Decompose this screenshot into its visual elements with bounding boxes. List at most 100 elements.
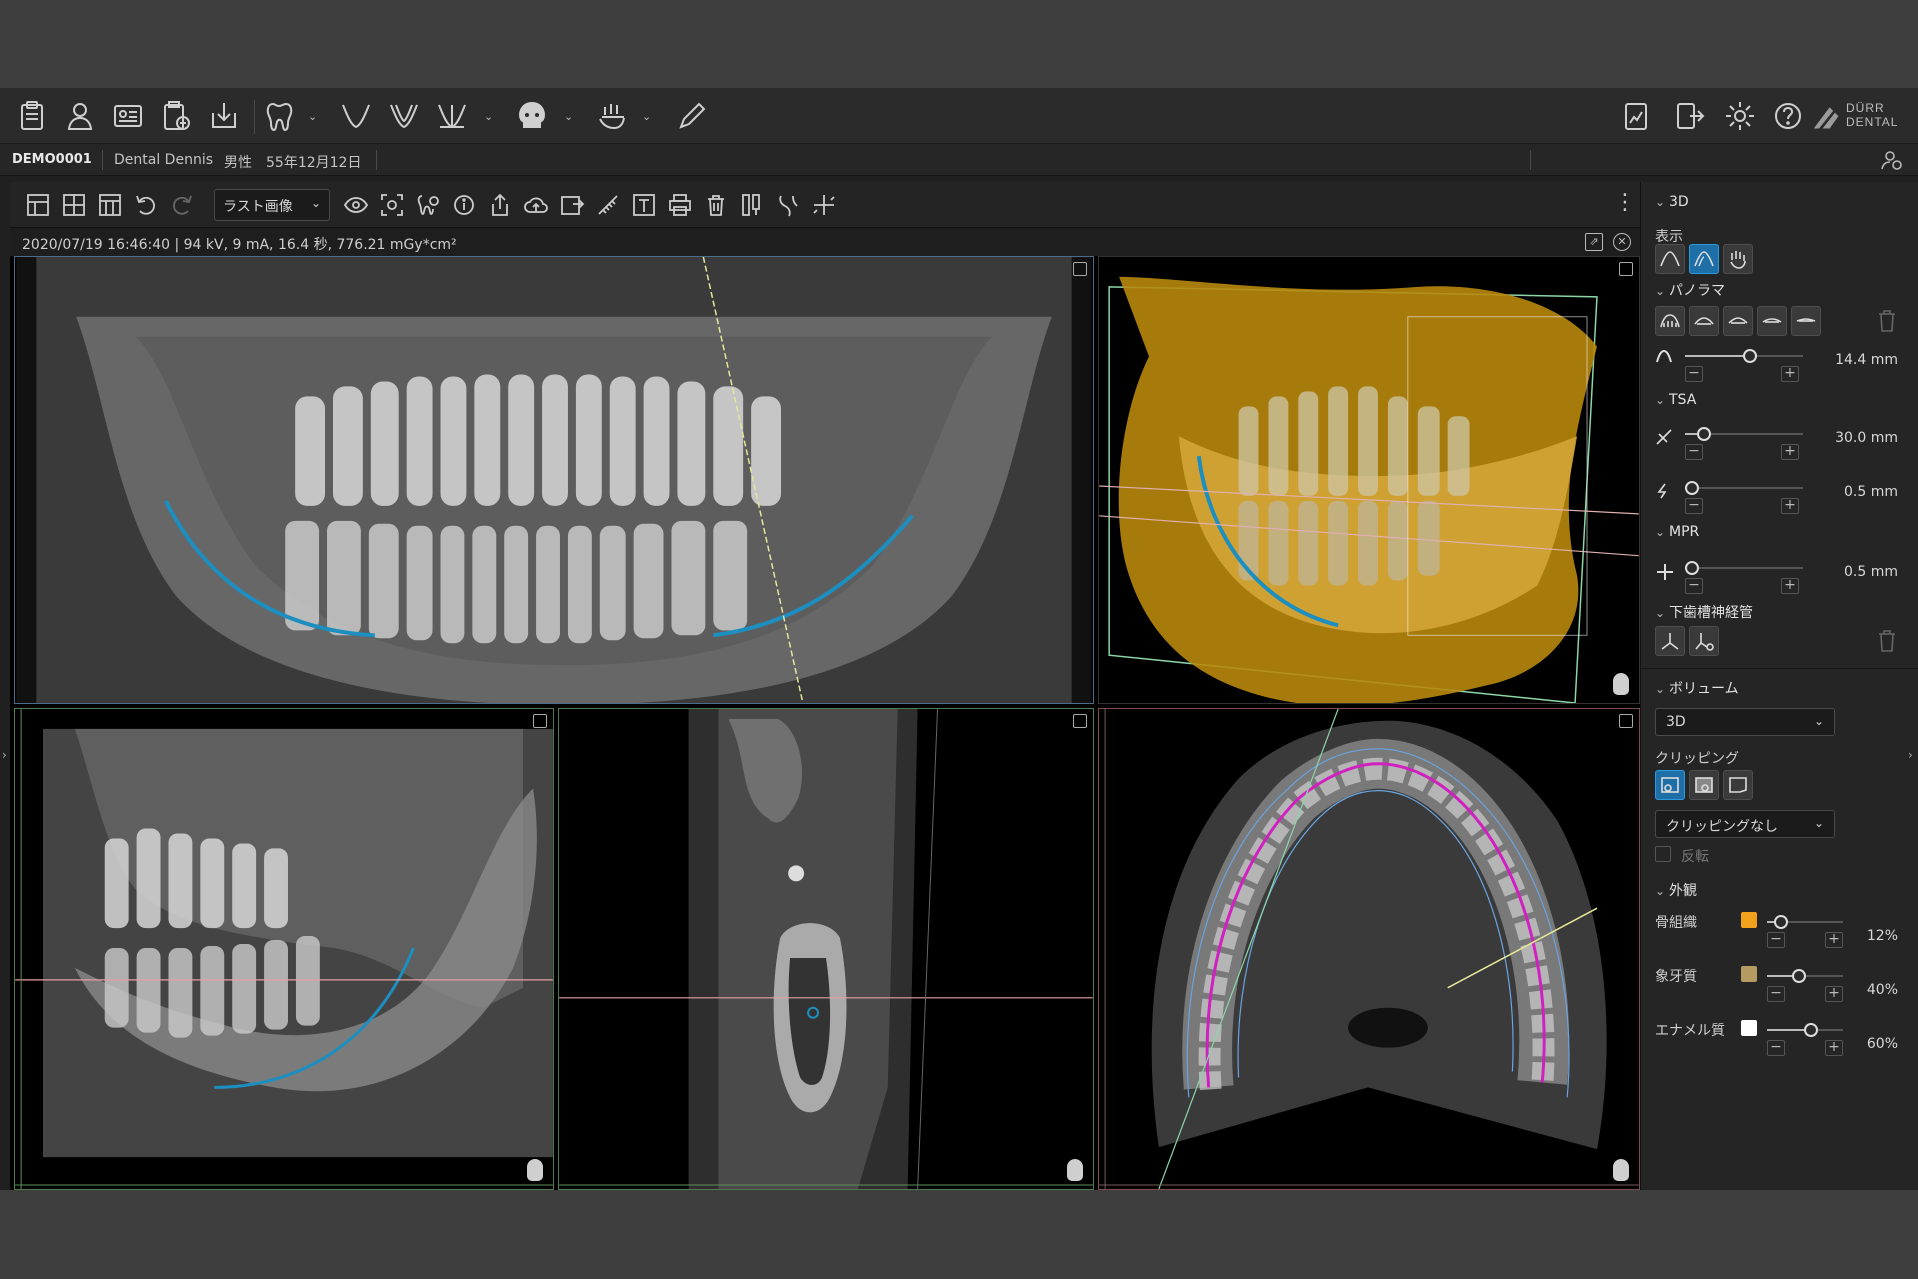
delete-arch-icon[interactable] [1876, 308, 1898, 334]
section-nerve-header[interactable]: ⌄ 下歯槽神経管 [1655, 602, 1753, 622]
increase-button[interactable]: + [1825, 1040, 1843, 1056]
section-3d-header[interactable]: ⌄ 3D [1655, 194, 1689, 210]
invert-checkbox[interactable] [1655, 846, 1671, 862]
skull-icon[interactable] [512, 96, 552, 136]
skull-menu-chevron-down-icon[interactable]: ⌄ [564, 110, 576, 123]
clipping-select[interactable]: クリッピングなし ⌄ [1655, 810, 1835, 838]
measure-icon[interactable] [736, 189, 768, 221]
arch-preset-3-icon[interactable] [1723, 306, 1753, 336]
ruler-icon[interactable] [592, 189, 624, 221]
increase-button[interactable]: + [1825, 932, 1843, 948]
increase-button[interactable]: + [1781, 578, 1799, 594]
share-icon[interactable] [484, 189, 516, 221]
decrease-button[interactable]: − [1767, 1040, 1785, 1056]
ortho-menu-chevron-down-icon[interactable]: ⌄ [642, 110, 654, 123]
tooth-menu-chevron-down-icon[interactable]: ⌄ [308, 110, 320, 123]
nerve-draw-icon[interactable] [1655, 626, 1685, 656]
gear-icon[interactable] [1720, 96, 1760, 136]
print-icon[interactable] [664, 189, 696, 221]
rotate-right-icon[interactable] [166, 189, 198, 221]
text-icon[interactable] [628, 189, 660, 221]
section-mpr-header[interactable]: ⌄ MPR [1655, 524, 1699, 540]
expand-icon[interactable] [1619, 262, 1633, 276]
cross-section-viewport[interactable] [558, 708, 1094, 1190]
implant-menu-chevron-down-icon[interactable]: ⌄ [484, 110, 496, 123]
dentin-opacity-slider[interactable]: − + [1767, 966, 1843, 1002]
image-select[interactable]: ラスト画像 ⌄ [214, 189, 330, 221]
section-appearance-header[interactable]: ⌄ 外観 [1655, 880, 1697, 900]
panorama-viewport[interactable] [14, 256, 1094, 704]
report-icon[interactable] [1616, 96, 1656, 136]
decrease-button[interactable]: − [1685, 444, 1703, 460]
clipping-box-icon[interactable] [1723, 770, 1753, 800]
display-hand-icon[interactable] [1723, 244, 1753, 274]
nerve-edit-icon[interactable] [1689, 626, 1719, 656]
display-curve-icon[interactable] [1655, 244, 1685, 274]
increase-button[interactable]: + [1781, 366, 1799, 382]
fit-icon[interactable] [376, 189, 408, 221]
add-exam-icon[interactable] [156, 96, 196, 136]
collapse-left-chevron-icon[interactable]: › [2, 748, 7, 762]
delete-nerve-icon[interactable] [1876, 628, 1898, 654]
enamel-color-swatch[interactable] [1741, 1020, 1757, 1036]
dentin-color-swatch[interactable] [1741, 966, 1757, 982]
panorama-thickness-slider[interactable]: − + [1685, 346, 1803, 382]
decrease-button[interactable]: − [1685, 578, 1703, 594]
collapse-right-chevron-icon[interactable]: › [1908, 748, 1913, 762]
import-icon[interactable] [204, 96, 244, 136]
more-options-icon[interactable]: ⋮ [1614, 188, 1636, 222]
tsa-thickness-slider[interactable]: − + [1685, 478, 1803, 514]
bone-color-swatch[interactable] [1741, 912, 1757, 928]
volume-3d-viewport[interactable] [1098, 256, 1640, 704]
enamel-opacity-slider[interactable]: − + [1767, 1020, 1843, 1056]
layout3-icon[interactable] [94, 189, 126, 221]
help-icon[interactable] [1768, 96, 1808, 136]
layout1-icon[interactable] [22, 189, 54, 221]
expand-icon[interactable] [1073, 262, 1087, 276]
section-tsa-header[interactable]: ⌄ TSA [1655, 392, 1696, 408]
id-card-icon[interactable] [108, 96, 148, 136]
pen-icon[interactable] [672, 96, 712, 136]
display-nerve-icon[interactable] [1689, 244, 1719, 274]
expand-icon[interactable] [1619, 714, 1633, 728]
decrease-button[interactable]: − [1685, 498, 1703, 514]
export-icon[interactable] [1670, 96, 1710, 136]
implant-v-icon[interactable] [336, 96, 376, 136]
tsa-length-slider[interactable]: − + [1685, 424, 1803, 460]
layout2-icon[interactable] [58, 189, 90, 221]
expand-icon[interactable] [1073, 714, 1087, 728]
axial-viewport[interactable] [1098, 708, 1640, 1190]
mpr-thickness-slider[interactable]: − + [1685, 558, 1803, 594]
info-icon[interactable] [448, 189, 480, 221]
implant-v2-icon[interactable] [384, 96, 424, 136]
increase-button[interactable]: + [1825, 986, 1843, 1002]
sagittal-viewport[interactable] [14, 708, 554, 1190]
volume-mode-select[interactable]: 3D ⌄ [1655, 708, 1835, 736]
clipping-eye-icon[interactable] [1689, 770, 1719, 800]
patient-icon[interactable] [60, 96, 100, 136]
crosshair-icon[interactable] [808, 189, 840, 221]
arch-preset-5-icon[interactable] [1791, 306, 1821, 336]
arch-preset-2-icon[interactable] [1689, 306, 1719, 336]
nerve-icon[interactable] [772, 189, 804, 221]
export-box-icon[interactable] [556, 189, 588, 221]
popout-icon[interactable]: ⇗ [1585, 233, 1603, 251]
clipping-view-icon[interactable] [1655, 770, 1685, 800]
arch-preset-4-icon[interactable] [1757, 306, 1787, 336]
increase-button[interactable]: + [1781, 498, 1799, 514]
increase-button[interactable]: + [1781, 444, 1799, 460]
rotate-left-icon[interactable] [130, 189, 162, 221]
ortho-icon[interactable] [592, 96, 632, 136]
arch-preset-1-icon[interactable] [1655, 306, 1685, 336]
decrease-button[interactable]: − [1685, 366, 1703, 382]
eye-icon[interactable] [340, 189, 372, 221]
section-panorama-header[interactable]: ⌄ パノラマ [1655, 280, 1725, 300]
decrease-button[interactable]: − [1767, 986, 1785, 1002]
expand-icon[interactable] [533, 714, 547, 728]
clipboard-icon[interactable] [12, 96, 52, 136]
user-settings-icon[interactable] [1880, 149, 1904, 171]
tooth-search-icon[interactable] [412, 189, 444, 221]
delete-icon[interactable] [700, 189, 732, 221]
upload-cloud-icon[interactable] [520, 189, 552, 221]
bone-opacity-slider[interactable]: − + [1767, 912, 1843, 948]
